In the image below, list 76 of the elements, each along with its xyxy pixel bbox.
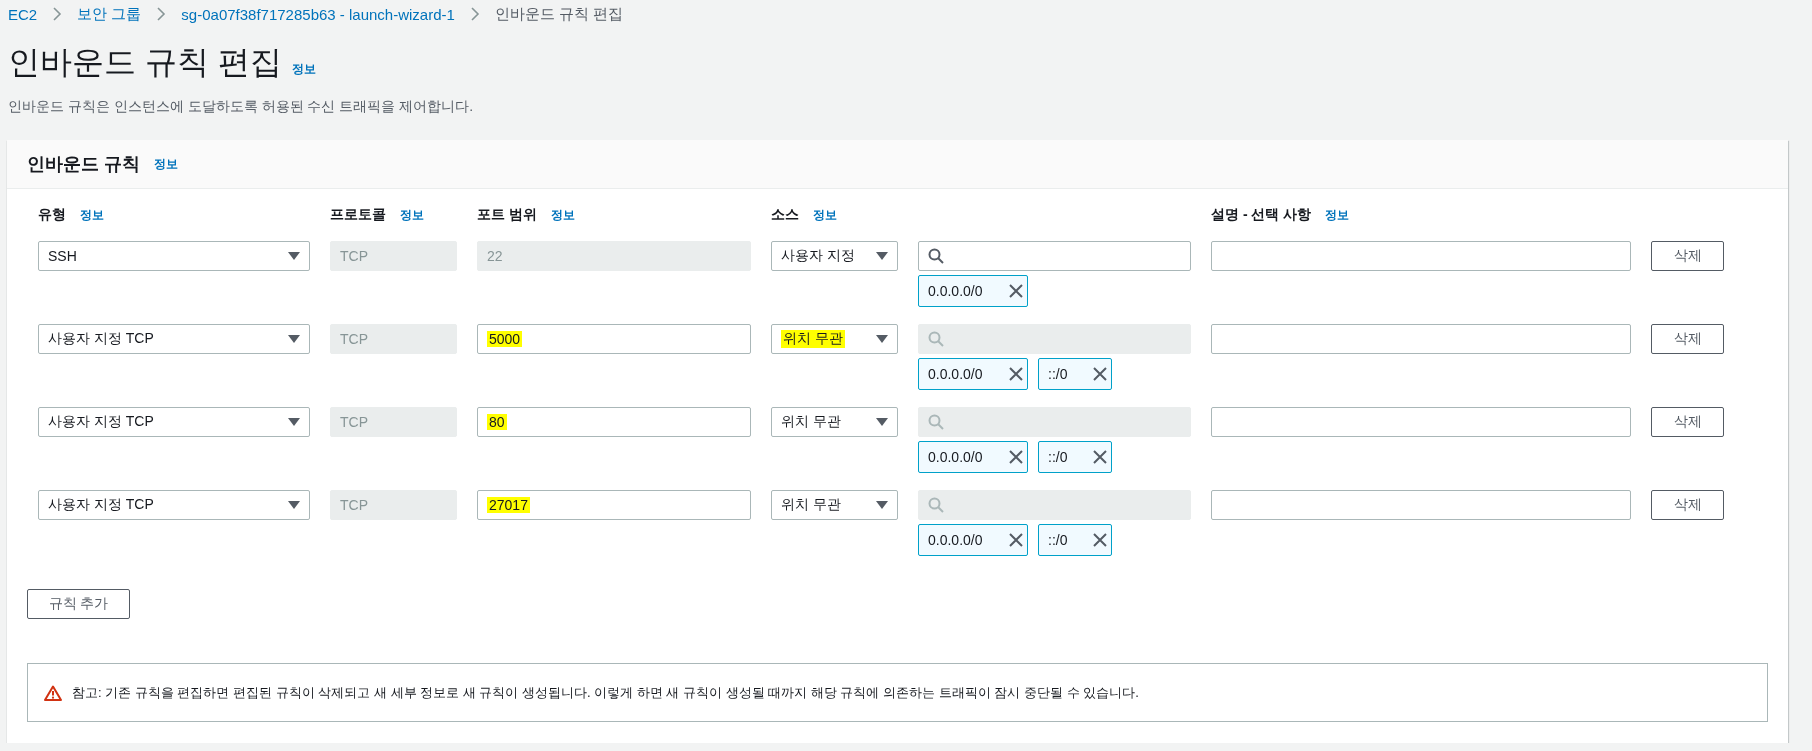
close-icon[interactable] [1092,449,1108,465]
delete-button[interactable]: 삭제 [1651,241,1724,271]
close-icon[interactable] [1008,366,1024,382]
info-link[interactable]: 정보 [1325,206,1350,224]
chevron-icon [468,6,481,22]
search-field[interactable] [918,241,1191,271]
close-icon[interactable] [1092,366,1108,382]
caret-icon [876,334,888,344]
breadcrumb-current: 인바운드 규칙 편집 [494,4,624,24]
breadcrumb-link[interactable]: EC2 [8,5,38,23]
description-field[interactable] [1211,407,1631,437]
column-header: 포트 범위 [477,206,537,224]
info-link[interactable]: 정보 [80,206,104,224]
warning-icon [44,684,62,701]
column-header: 프로토콜 [330,206,386,224]
delete-button[interactable]: 삭제 [1651,490,1724,520]
port-field[interactable]: 5000 [477,324,751,354]
cidr-value: ::/0 [1048,366,1068,382]
delete-button[interactable]: 삭제 [1651,324,1724,354]
cidr-value: 0.0.0.0/0 [928,449,983,465]
chevron-icon [51,6,64,22]
type-dropdown[interactable]: 사용자 지정 TCP [38,490,310,520]
info-link[interactable]: 정보 [813,206,837,224]
caret-icon [876,251,888,261]
caret-icon [288,500,300,510]
add-rule-button[interactable]: 규칙 추가 [27,589,130,619]
delete-button[interactable]: 삭제 [1651,407,1724,437]
column-header: 유형 [38,206,66,224]
protocol-field: TCP [330,490,457,520]
protocol-field: TCP [330,407,457,437]
info-link[interactable]: 정보 [400,206,424,224]
caret-icon [876,500,888,510]
info-link[interactable]: 정보 [550,206,575,224]
port-field[interactable]: 80 [477,407,751,437]
info-link[interactable]: 정보 [291,61,316,78]
close-icon[interactable] [1092,532,1108,548]
type-dropdown[interactable]: 사용자 지정 TCP [38,324,310,354]
protocol-field: TCP [330,241,457,271]
breadcrumb-link[interactable]: 보안 그룹 [77,4,142,24]
source-dropdown[interactable]: 위치 무관 [771,490,898,520]
caret-icon [288,417,300,427]
column-header: 설명 - 선택 사항 [1211,206,1312,224]
port-field: 22 [477,241,751,271]
column-header: 소스 [771,206,799,224]
close-icon[interactable] [1008,283,1024,299]
type-dropdown[interactable]: 사용자 지정 TCP [38,407,310,437]
info-link[interactable]: 정보 [154,155,178,173]
page-title: 인바운드 규칙 편집 [8,43,282,82]
chevron-icon [155,6,168,22]
description-field[interactable] [1211,241,1631,271]
description-field[interactable] [1211,490,1631,520]
cidr-value: 0.0.0.0/0 [928,532,983,548]
notice-text: 참고: 기존 규칙을 편집하면 편집된 규칙이 삭제되고 새 세부 정보로 새 규칙이 생성됩니다. 이렇게 하면 새 규칙이 생성될 때까지 해당 규칙에 의존하는 트래픽이 잠시 중단될 수 있습니다. [72,683,1139,702]
cidr-value: 0.0.0.0/0 [928,283,983,299]
breadcrumb-link[interactable]: sg-0a07f38f717285b63 - launch-wizard-1 [181,5,455,23]
cidr-value: ::/0 [1048,532,1068,548]
caret-icon [876,417,888,427]
close-icon[interactable] [1008,532,1024,548]
port-field[interactable]: 27017 [477,490,751,520]
source-dropdown[interactable]: 위치 무관 [771,407,898,437]
type-dropdown[interactable]: SSH [38,241,310,271]
cidr-value: ::/0 [1048,449,1068,465]
search-icon [928,331,944,347]
source-dropdown[interactable]: 사용자 지정 [771,241,898,271]
cidr-value: 0.0.0.0/0 [928,366,983,382]
search-icon [928,248,944,264]
description-field[interactable] [1211,324,1631,354]
source-dropdown[interactable]: 위치 무관 [771,324,898,354]
caret-icon [288,334,300,344]
page-description: 인바운드 규칙은 인스턴스에 도달하도록 허용된 수신 트래픽을 제어합니다. [8,98,475,116]
caret-icon [288,251,300,261]
panel-title: 인바운드 규칙 [27,153,140,176]
protocol-field: TCP [330,324,457,354]
search-icon [928,497,944,513]
close-icon[interactable] [1008,449,1024,465]
search-icon [928,414,944,430]
